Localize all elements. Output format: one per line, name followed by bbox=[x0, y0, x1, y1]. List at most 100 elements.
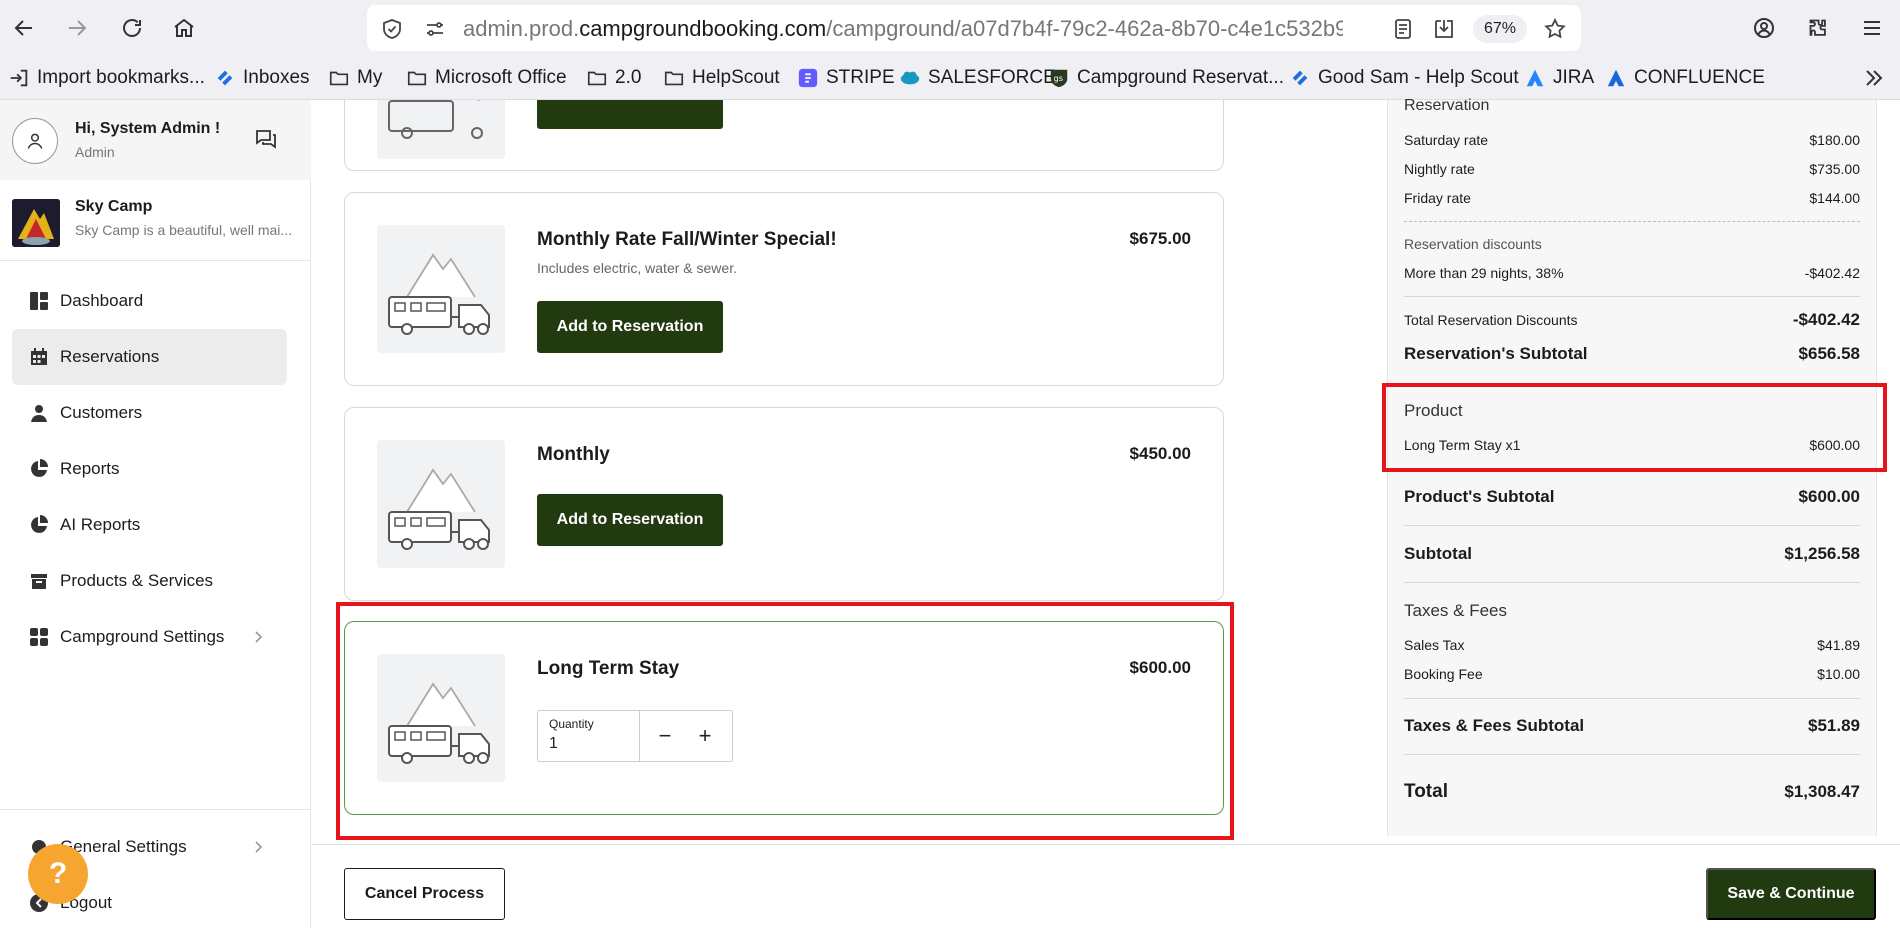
sidebar-item-reservations[interactable]: Reservations bbox=[12, 329, 287, 385]
order-summary: Reservation Saturday rate $180.00 Nightly… bbox=[1382, 97, 1900, 844]
add-to-reservation-button[interactable] bbox=[537, 100, 723, 129]
site-settings-icon[interactable] bbox=[423, 17, 447, 41]
action-footer: Cancel Process Save & Continue bbox=[312, 844, 1900, 928]
bookmark-stripe[interactable]: STRIPE bbox=[797, 66, 895, 90]
divider bbox=[1404, 296, 1860, 297]
sidebar-item-customers[interactable]: Customers bbox=[12, 385, 287, 441]
bookmark-import[interactable]: Import bookmarks... bbox=[8, 66, 205, 90]
sidebar-divider bbox=[0, 809, 311, 810]
reader-view-icon[interactable] bbox=[1391, 17, 1415, 41]
bookmark-jira[interactable]: JIRA bbox=[1524, 66, 1594, 90]
stripe-icon bbox=[797, 67, 819, 89]
back-icon[interactable] bbox=[8, 12, 40, 44]
user-role: Admin bbox=[75, 144, 115, 160]
bookmark-label: CONFLUENCE bbox=[1634, 67, 1765, 88]
main-content: Monthly Rate Fall/Winter Special! Includ… bbox=[312, 100, 1388, 844]
folder-icon bbox=[663, 67, 685, 89]
forward-icon[interactable] bbox=[61, 12, 93, 44]
bookmark-label: Good Sam - Help Scout bbox=[1318, 67, 1519, 88]
helpscout-icon bbox=[1289, 67, 1311, 89]
bookmark-confluence[interactable]: CONFLUENCE bbox=[1605, 66, 1765, 90]
chat-icon[interactable] bbox=[254, 127, 278, 151]
sidebar-item-campground-settings[interactable]: Campground Settings bbox=[12, 609, 287, 665]
divider bbox=[1404, 525, 1860, 526]
home-icon[interactable] bbox=[168, 12, 200, 44]
extensions-icon[interactable] bbox=[1802, 12, 1834, 44]
address-bar[interactable]: admin.prod.campgroundbooking.com/campgro… bbox=[367, 5, 1581, 51]
total-discounts-row: Total Reservation Discounts -$402.42 bbox=[1404, 310, 1860, 329]
bookmark-helpscout[interactable]: HelpScout bbox=[663, 66, 780, 90]
bookmark-label: My bbox=[357, 67, 383, 88]
sidebar-item-label: Products & Services bbox=[60, 571, 214, 590]
account-icon[interactable] bbox=[1748, 12, 1780, 44]
bookmark-microsoft-office[interactable]: Microsoft Office bbox=[406, 66, 567, 90]
divider bbox=[1404, 698, 1860, 699]
campground-name: Sky Camp bbox=[75, 198, 153, 215]
bookmark-2-0[interactable]: 2.0 bbox=[586, 66, 641, 90]
sidebar-item-dashboard[interactable]: Dashboard bbox=[12, 273, 287, 329]
bookmark-my[interactable]: My bbox=[328, 66, 382, 90]
cancel-process-button[interactable]: Cancel Process bbox=[344, 868, 505, 920]
url-text[interactable]: admin.prod.campgroundbooking.com/campgro… bbox=[463, 17, 1343, 41]
user-block: Hi, System Admin ! Admin bbox=[0, 100, 311, 180]
discounts-header: Reservation discounts bbox=[1404, 236, 1542, 252]
more-bookmarks-icon[interactable] bbox=[1862, 66, 1886, 90]
salesforce-icon bbox=[899, 67, 921, 89]
campground-logo bbox=[12, 199, 60, 247]
bookmark-salesforce[interactable]: SALESFORCE bbox=[899, 66, 1056, 90]
reservation-subtotal-row: Reservation's Subtotal $656.58 bbox=[1404, 344, 1860, 363]
sidebar-item-label: Campground Settings bbox=[60, 627, 225, 646]
product-title: Monthly Rate Fall/Winter Special! bbox=[537, 229, 837, 250]
sidebar-item-label: Dashboard bbox=[60, 291, 144, 310]
bookmark-label: HelpScout bbox=[692, 67, 780, 88]
sales-tax-row: Sales Tax $41.89 bbox=[1404, 637, 1860, 653]
greeting: Hi, System Admin ! bbox=[75, 120, 221, 137]
confluence-icon bbox=[1605, 67, 1627, 89]
folder-icon bbox=[328, 67, 350, 89]
sidebar-item-label: Reservations bbox=[60, 347, 160, 366]
goodsam-icon: gs bbox=[1048, 67, 1070, 89]
chevron-right-icon bbox=[255, 631, 263, 643]
bookmark-label: Microsoft Office bbox=[435, 67, 567, 88]
star-bookmark-icon[interactable] bbox=[1543, 17, 1567, 41]
product-card: Monthly Rate Fall/Winter Special! Includ… bbox=[344, 192, 1224, 386]
help-button[interactable]: ? bbox=[28, 844, 88, 904]
discount-row: More than 29 nights, 38% -$402.42 bbox=[1404, 265, 1860, 281]
bookmark-campground-reservat[interactable]: gs Campground Reservat... bbox=[1048, 66, 1284, 90]
bookmark-inboxes[interactable]: Inboxes bbox=[214, 66, 310, 90]
shield-icon[interactable] bbox=[380, 17, 404, 41]
bookmark-good-sam-help-scout[interactable]: Good Sam - Help Scout bbox=[1289, 66, 1519, 90]
product-subtitle: Includes electric, water & sewer. bbox=[537, 260, 737, 276]
save-continue-button[interactable]: Save & Continue bbox=[1706, 868, 1876, 920]
import-icon bbox=[8, 67, 30, 89]
add-to-reservation-button[interactable]: Add to Reservation bbox=[537, 494, 723, 546]
person-icon bbox=[28, 402, 50, 424]
avatar[interactable] bbox=[12, 118, 58, 164]
reload-icon[interactable] bbox=[116, 12, 148, 44]
sidebar-item-products-services[interactable]: Products & Services bbox=[12, 553, 287, 609]
sidebar-item-reports[interactable]: Reports bbox=[12, 441, 287, 497]
booking-fee-row: Booking Fee $10.00 bbox=[1404, 666, 1860, 682]
folder-icon bbox=[406, 67, 428, 89]
sidebar-item-label: Customers bbox=[60, 403, 143, 422]
bookmark-label: JIRA bbox=[1553, 67, 1595, 88]
chevron-right-icon bbox=[255, 841, 263, 853]
sidebar-item-ai-reports[interactable]: AI Reports bbox=[12, 497, 287, 553]
sidebar: Hi, System Admin ! Admin Sky Camp Sky Ca… bbox=[0, 100, 311, 928]
pie-chart-icon bbox=[28, 514, 50, 536]
campground-block[interactable]: Sky Camp Sky Camp is a beautiful, well m… bbox=[0, 180, 311, 261]
product-card: Monthly $450.00 Add to Reservation bbox=[344, 407, 1224, 601]
sidebar-item-label: Reports bbox=[60, 459, 120, 478]
zoom-level[interactable]: 67% bbox=[1473, 15, 1527, 43]
taxes-header: Taxes & Fees bbox=[1404, 601, 1507, 620]
menu-icon[interactable] bbox=[1856, 12, 1888, 44]
campground-description: Sky Camp is a beautiful, well mai... bbox=[75, 222, 293, 238]
save-page-icon[interactable] bbox=[1432, 17, 1456, 41]
rate-row: Nightly rate $735.00 bbox=[1404, 161, 1860, 177]
add-to-reservation-button[interactable]: Add to Reservation bbox=[537, 301, 723, 353]
divider bbox=[1404, 582, 1860, 583]
dashboard-icon bbox=[28, 290, 50, 312]
annotation-highlight-box bbox=[1382, 383, 1887, 472]
product-title: Monthly bbox=[537, 444, 610, 465]
product-image bbox=[377, 225, 505, 353]
